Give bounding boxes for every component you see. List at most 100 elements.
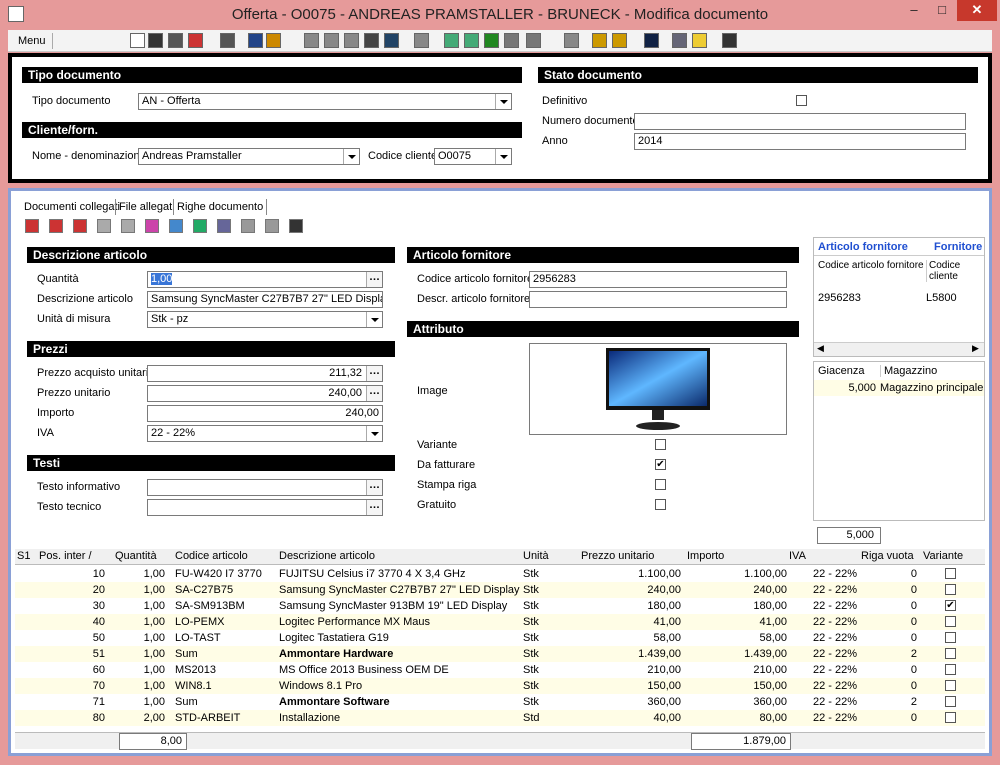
stampa-riga-checkbox[interactable] [655,479,666,490]
table-row[interactable]: 51 1,00 Sum Ammontare Hardware Stk 1.439,00 1.… [15,646,985,662]
prezzo-unitario-field[interactable]: 240,00… [147,385,383,402]
link-icon[interactable] [504,33,519,48]
chevron-down-icon[interactable] [495,94,511,109]
tab-documenti-collegati[interactable]: Documenti collegati [21,199,123,215]
more-icon[interactable]: … [366,386,382,401]
settings-icon[interactable] [444,33,459,48]
da-fatturare-checkbox[interactable]: ✔ [655,459,666,470]
quantita-field[interactable]: 1,00… [147,271,383,288]
chevron-down-icon[interactable] [366,426,382,441]
excel-icon[interactable] [193,219,207,233]
column-header[interactable]: Unità [523,550,549,562]
tab-righe-documento[interactable]: Righe documento [173,199,268,215]
variante-row-checkbox[interactable] [945,696,956,707]
variante-checkbox[interactable] [655,439,666,450]
copy-rows-icon[interactable] [289,219,303,233]
chevron-down-icon[interactable] [495,149,511,164]
column-header[interactable]: S1 [17,550,30,562]
attach-icon[interactable] [324,33,339,48]
more-icon[interactable]: … [366,480,382,495]
layout-icon[interactable] [241,219,255,233]
book-icon[interactable] [644,33,659,48]
variante-row-checkbox[interactable]: ✔ [945,600,956,611]
more-icon[interactable]: … [366,272,382,287]
column-header[interactable]: Codice articolo [175,550,248,562]
variante-row-checkbox[interactable] [945,648,956,659]
tab-file-allegati[interactable]: File allegati [115,199,178,215]
columns-icon[interactable] [217,219,231,233]
grid-icon[interactable] [672,33,687,48]
folder-new-icon[interactable] [592,33,607,48]
column-header[interactable]: Descrizione articolo [279,550,375,562]
split-icon[interactable] [526,33,541,48]
transfer-icon[interactable] [464,33,479,48]
image-icon[interactable] [384,33,399,48]
variante-row-checkbox[interactable] [945,664,956,675]
variante-row-checkbox[interactable] [945,568,956,579]
chevron-down-icon[interactable] [366,312,382,327]
numero-documento-field[interactable] [634,113,966,130]
column-header[interactable]: Riga vuota [861,550,914,562]
pin-icon[interactable] [564,33,579,48]
prezzo-acquisto-field[interactable]: 211,32… [147,365,383,382]
save-icon[interactable] [148,33,163,48]
table-row[interactable]: 20 1,00 SA-C27B75 Samsung SyncMaster C27B7B… [15,582,985,598]
column-header[interactable]: Prezzo unitario [581,550,654,562]
horizontal-scrollbar[interactable]: ◀ ▶ [814,342,984,356]
menu-button[interactable]: Menu [12,33,53,49]
descr-fornitore-field[interactable] [529,291,787,308]
table-row[interactable]: 30 1,00 SA-SM913BM Samsung SyncMaster 913BM… [15,598,985,614]
table-row[interactable]: 80 2,00 STD-ARBEIT Installazione Std 40,00 80,… [15,710,985,726]
chevron-down-icon[interactable] [343,149,359,164]
more-icon[interactable]: … [366,500,382,515]
descrizione-field[interactable]: Samsung SyncMaster C27B7B7 27" LED Displ… [147,291,383,308]
table-row[interactable]: 50 1,00 LO-TAST Logitec Tastatiera G19 Stk 58… [15,630,985,646]
close-button[interactable]: ✕ [957,0,997,21]
table-row[interactable]: 71 1,00 Sum Ammontare Software Stk 360,00 360,… [15,694,985,710]
variante-row-checkbox[interactable] [945,632,956,643]
variante-row-checkbox[interactable] [945,584,956,595]
export-icon[interactable] [248,33,263,48]
save-as-icon[interactable] [168,33,183,48]
variante-row-checkbox[interactable] [945,616,956,627]
column-header[interactable]: Importo [687,550,724,562]
document-icon[interactable] [344,33,359,48]
palette-icon[interactable] [169,219,183,233]
codice-fornitore-field[interactable]: 2956283 [529,271,787,288]
cd-icon[interactable] [414,33,429,48]
import-icon[interactable] [266,33,281,48]
insert-below-icon[interactable] [73,219,87,233]
money-icon[interactable] [484,33,499,48]
giacenza-row[interactable]: 5,000 Magazzino principale [814,380,984,396]
scroll-right-icon[interactable]: ▶ [972,343,979,354]
column-header[interactable]: Pos. inter / [39,550,92,562]
testo-informativo-field[interactable]: … [147,479,383,496]
mail-icon[interactable] [304,33,319,48]
variante-row-checkbox[interactable] [945,712,956,723]
codice-cliente-select[interactable]: O0075 [434,148,512,165]
iva-select[interactable]: 22 - 22% [147,425,383,442]
testo-tecnico-field[interactable]: … [147,499,383,516]
column-header[interactable]: Quantità [115,550,157,562]
new-icon[interactable] [130,33,145,48]
delete-icon[interactable] [364,33,379,48]
table-row[interactable]: 10 1,00 FU-W420 I7 3770 FUJITSU Celsius i7 … [15,566,985,582]
more-icon[interactable]: … [366,366,382,381]
color-icon[interactable] [145,219,159,233]
sort-icon[interactable] [97,219,111,233]
open-folder-icon[interactable] [612,33,627,48]
table-row[interactable]: 60 1,00 MS2013 MS Office 2013 Business OEM … [15,662,985,678]
column-header[interactable]: IVA [789,550,806,562]
filter-icon[interactable] [121,219,135,233]
tipo-documento-select[interactable]: AN - Offerta [138,93,512,110]
insert-row-icon[interactable] [25,219,39,233]
gratuito-checkbox[interactable] [655,499,666,510]
table-row[interactable]: 40 1,00 LO-PEMX Logitec Performance MX Maus… [15,614,985,630]
anno-field[interactable]: 2014 [634,133,966,150]
insert-above-icon[interactable] [49,219,63,233]
definitivo-checkbox[interactable] [796,95,807,106]
minimize-button[interactable]: – [900,0,928,21]
copy-icon[interactable] [188,33,203,48]
check-icon[interactable] [265,219,279,233]
tools-icon[interactable] [722,33,737,48]
